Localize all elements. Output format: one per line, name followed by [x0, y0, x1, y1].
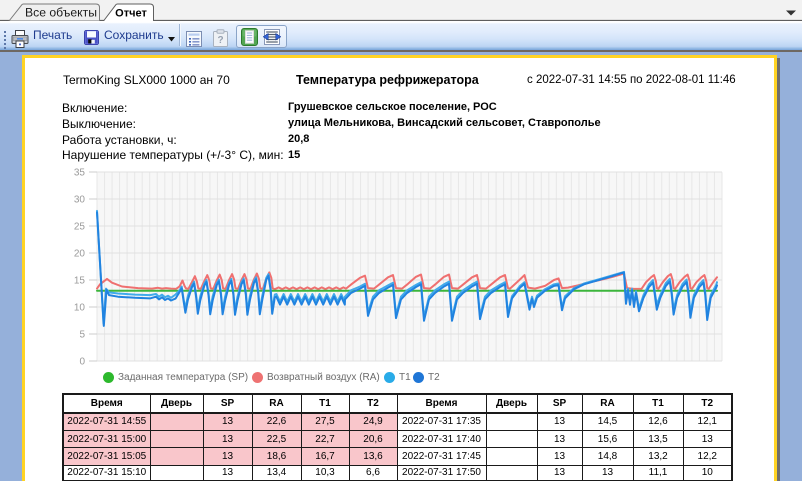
- svg-text:0: 0: [79, 357, 85, 368]
- svg-text:10: 10: [74, 303, 86, 314]
- svg-text:35: 35: [74, 168, 86, 179]
- svg-text:5: 5: [79, 330, 85, 341]
- svg-text:30: 30: [74, 195, 86, 206]
- svg-text:25: 25: [74, 222, 86, 233]
- svg-text:15: 15: [74, 276, 86, 287]
- svg-text:20: 20: [74, 249, 86, 260]
